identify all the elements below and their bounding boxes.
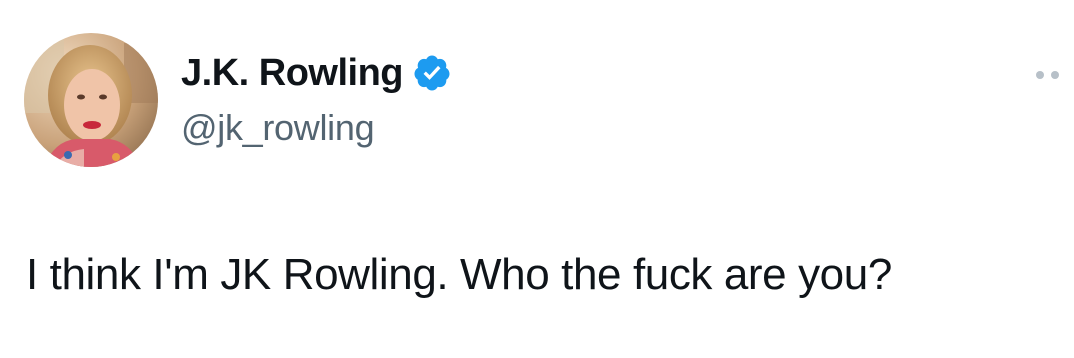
more-options-button[interactable] [1036, 60, 1072, 90]
author-name-row: J.K. Rowling [181, 50, 452, 96]
author-display-name[interactable]: J.K. Rowling [181, 50, 404, 96]
profile-photo-icon [24, 33, 158, 167]
tweet-card: J.K. Rowling @jk_rowling I think I'm JK … [0, 0, 1074, 358]
more-options-icon-dot [1051, 71, 1059, 79]
author-handle[interactable]: @jk_rowling [181, 106, 375, 150]
more-options-icon [1036, 71, 1044, 79]
verified-badge-icon[interactable] [412, 53, 452, 93]
avatar[interactable] [24, 33, 158, 167]
tweet-text: I think I'm JK Rowling. Who the fuck are… [26, 250, 892, 299]
